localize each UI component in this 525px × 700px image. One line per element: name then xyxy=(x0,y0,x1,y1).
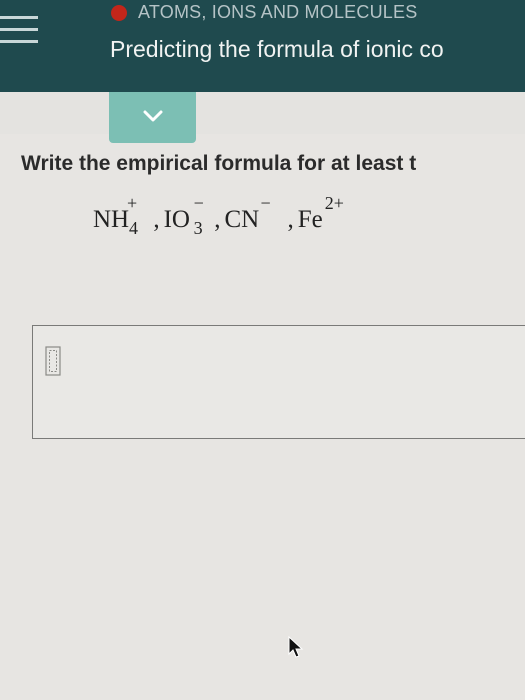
ion-cyanide: CN − xyxy=(224,193,286,234)
ion-charge: 2+ xyxy=(324,193,344,213)
ion-base: CN xyxy=(224,206,260,233)
page-title: Predicting the formula of ionic co xyxy=(110,36,444,62)
ion-charge: − xyxy=(193,193,204,213)
app-header: ATOMS, IONS AND MOLECULES Predicting the… xyxy=(0,0,525,92)
mouse-pointer-icon xyxy=(288,636,304,658)
ion-list: NH + 4 , IO − 3 , CN − , Fe 2+ xyxy=(93,193,357,238)
ion-iron: Fe 2+ xyxy=(297,193,357,234)
ion-separator: , xyxy=(214,206,221,233)
ion-separator: , xyxy=(287,206,294,233)
question-prompt: Write the empirical formula for at least… xyxy=(21,152,417,175)
ion-subscript: 4 xyxy=(129,218,138,238)
answer-input[interactable] xyxy=(32,325,525,439)
sub-bar xyxy=(0,92,525,134)
ion-base: Fe xyxy=(297,206,323,233)
ion-base: NH xyxy=(93,206,130,233)
chevron-down-icon xyxy=(143,110,163,122)
menu-icon[interactable] xyxy=(0,16,40,50)
ion-iodate: IO − 3 xyxy=(163,193,213,238)
expand-toggle-button[interactable] xyxy=(109,92,196,143)
ion-separator: , xyxy=(153,206,160,233)
ion-subscript: 3 xyxy=(193,218,203,238)
ion-charge: + xyxy=(127,193,138,213)
template-box-icon[interactable] xyxy=(43,344,63,378)
ion-charge: − xyxy=(260,193,271,213)
topic-label: ATOMS, IONS AND MOLECULES xyxy=(138,2,418,22)
topic-status-dot xyxy=(111,5,127,21)
ion-base: IO xyxy=(163,206,190,233)
ion-ammonium: NH + 4 xyxy=(93,193,151,238)
